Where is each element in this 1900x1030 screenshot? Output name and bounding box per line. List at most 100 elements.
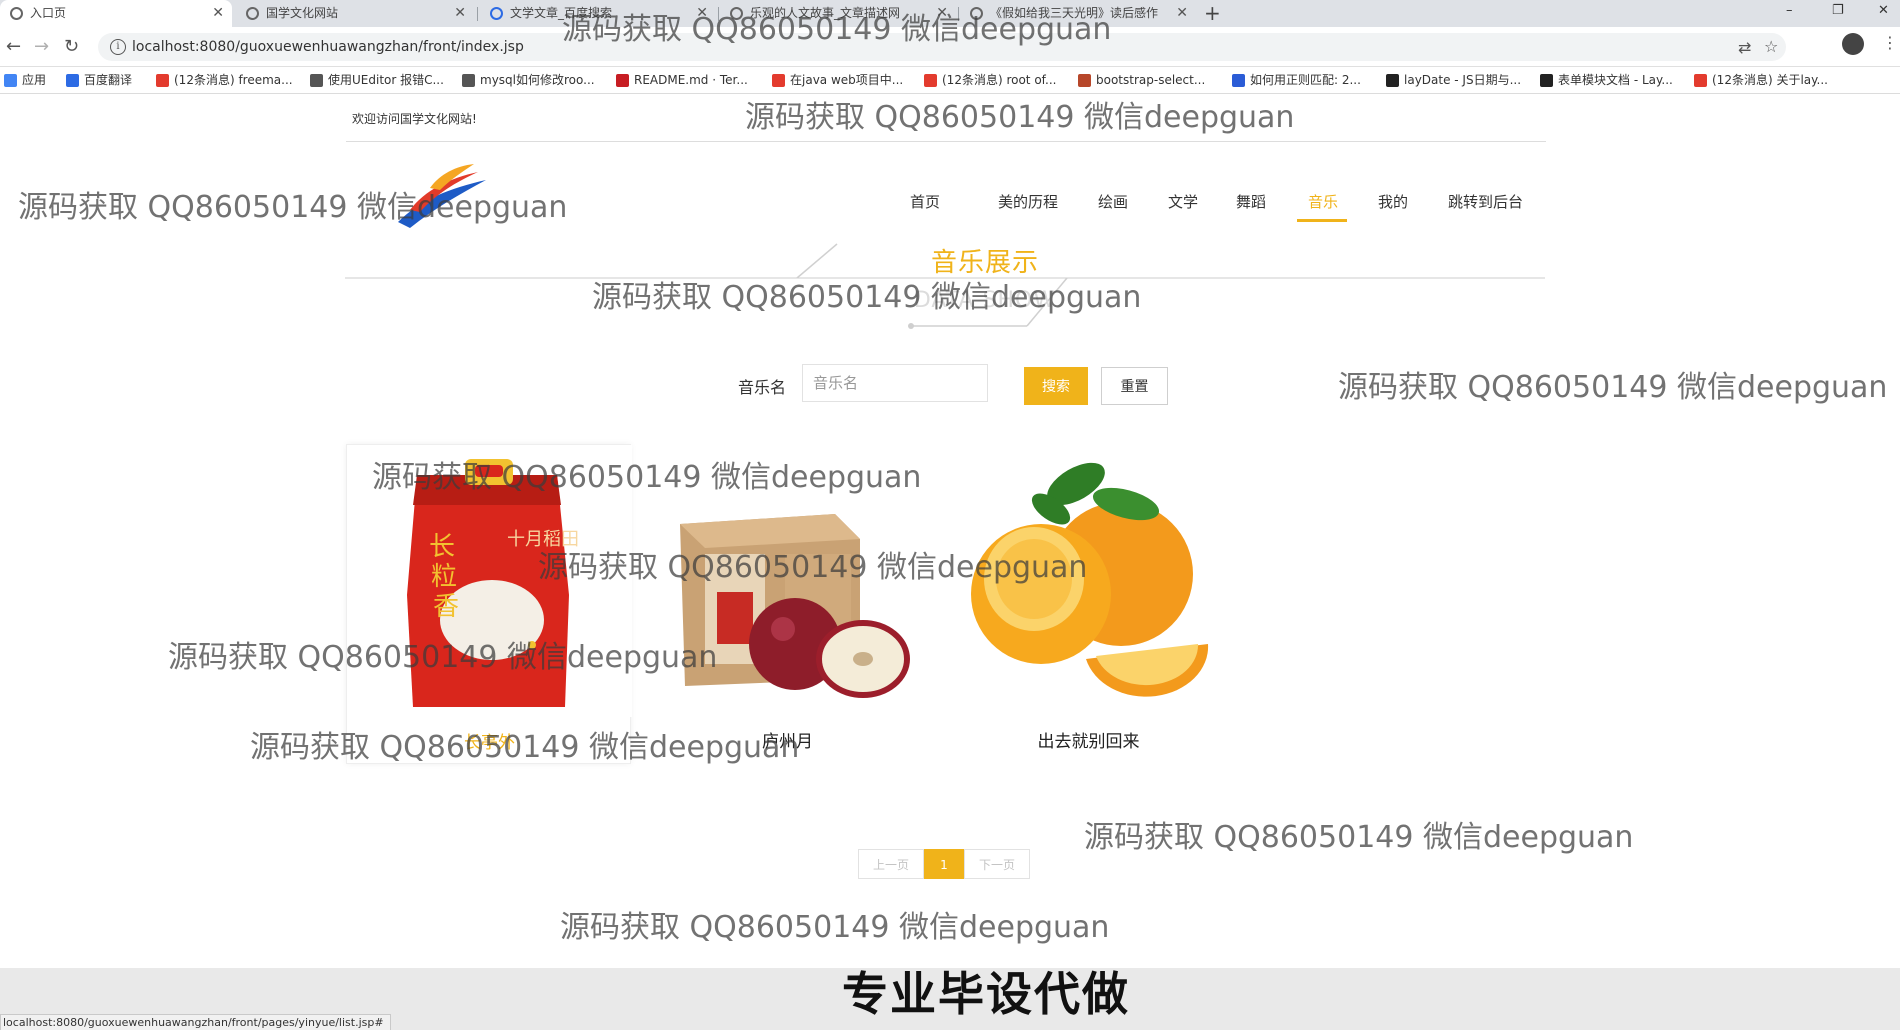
back-arrow-icon[interactable]: ← <box>6 37 21 57</box>
apple-gift-box-image[interactable] <box>645 444 930 716</box>
watermark: 源码获取 QQ86050149 微信deepguan <box>1084 820 1634 855</box>
globe-icon <box>10 7 23 20</box>
bookmark-item[interactable]: 在java web项目中... <box>772 67 903 94</box>
browser-tab-4[interactable]: 乐观的人文故事_文章描述网 ✕ <box>720 0 956 27</box>
close-tab-icon[interactable]: ✕ <box>696 0 708 27</box>
baidu-paw-icon <box>490 7 503 20</box>
watermark: 源码获取 QQ86050149 微信deepguan <box>745 100 1295 135</box>
bookmark-label: (12条消息) root of... <box>942 73 1057 87</box>
status-bar-url: localhost:8080/guoxuewenhuawangzhan/fron… <box>0 1014 391 1030</box>
bookmark-item[interactable]: (12条消息) root of... <box>924 67 1056 94</box>
nav-item-7[interactable]: 我的 <box>1378 190 1408 214</box>
tab-title: 入口页 <box>30 6 67 20</box>
bookmark-label: 百度翻译 <box>84 73 133 87</box>
bookmark-label: bootstrap-select... <box>1096 73 1206 87</box>
reload-icon[interactable]: ↻ <box>64 37 79 57</box>
watermark: 源码获取 QQ86050149 微信deepguan <box>560 910 1110 945</box>
music-title[interactable]: 出去就别回来 <box>946 727 1231 752</box>
svg-text:粒: 粒 <box>431 562 457 592</box>
bookmark-favicon-icon <box>66 74 79 87</box>
bookmark-favicon-icon <box>1232 74 1245 87</box>
bookmark-label: layDate - JS日期与... <box>1404 73 1522 87</box>
bookmark-label: (12条消息) freema... <box>174 73 293 87</box>
browser-tab-bar: 入口页 ✕ 国学文化网站 ✕ 文学文章_百度搜索 ✕ 乐观的人文故事_文章描述网… <box>0 0 1900 27</box>
close-tab-icon[interactable]: ✕ <box>1176 0 1188 27</box>
bookmark-item[interactable]: 应用 <box>4 67 46 94</box>
bookmark-item[interactable]: (12条消息) freema... <box>156 67 293 94</box>
bookmark-item[interactable]: bootstrap-select... <box>1078 67 1205 94</box>
rice-bag-image[interactable]: 长 粒 香 十月稻田 <box>347 445 632 717</box>
nav-item-6[interactable]: 音乐 <box>1308 190 1338 214</box>
bookmark-item[interactable]: layDate - JS日期与... <box>1386 67 1521 94</box>
bookmarks-bar: 应用 百度翻译 (12条消息) freema... 使用UEditor 报错C... m… <box>0 67 1900 94</box>
bookmark-item[interactable]: mysql如何修改roo... <box>462 67 595 94</box>
oranges-image[interactable] <box>946 444 1231 716</box>
music-title[interactable]: 长亭外 <box>347 728 632 753</box>
music-card[interactable]: 庐州月 <box>645 444 930 764</box>
nav-item-3[interactable]: 绘画 <box>1098 190 1128 214</box>
restore-button[interactable]: ❐ <box>1832 0 1844 22</box>
bookmark-label: mysql如何修改roo... <box>480 73 595 87</box>
next-page-button[interactable]: 下一页 <box>964 849 1030 879</box>
nav-item-8[interactable]: 跳转到后台 <box>1448 190 1523 214</box>
search-button[interactable]: 搜索 <box>1024 367 1088 405</box>
bookmark-item[interactable]: 百度翻译 <box>66 67 132 94</box>
info-icon[interactable]: i <box>110 39 126 55</box>
bookmark-item[interactable]: 表单模块文档 - Lay... <box>1540 67 1673 94</box>
watermark: 源码获取 QQ86050149 微信deepguan <box>1338 370 1888 405</box>
nav-item-4[interactable]: 文学 <box>1168 190 1198 214</box>
nav-item-2[interactable]: 美的历程 <box>998 190 1058 214</box>
globe-icon <box>730 7 743 20</box>
close-window-button[interactable]: ✕ <box>1878 0 1889 22</box>
prev-page-button[interactable]: 上一页 <box>858 849 924 879</box>
page-1-button[interactable]: 1 <box>924 849 964 879</box>
close-tab-icon[interactable]: ✕ <box>212 0 224 27</box>
music-card[interactable]: 长 粒 香 十月稻田 长亭外 <box>346 444 632 764</box>
nav-item-5[interactable]: 舞蹈 <box>1236 190 1266 214</box>
tab-title: 乐观的人文故事_文章描述网 <box>750 6 901 20</box>
nav-item-1[interactable]: 首页 <box>910 190 940 214</box>
bookmark-star-icon[interactable]: ☆ <box>1764 37 1778 56</box>
browser-toolbar: ← → ↻ i localhost:8080/guoxuewenhuawangz… <box>0 27 1900 67</box>
url-text[interactable]: localhost:8080/guoxuewenhuawangzhan/fron… <box>132 33 524 61</box>
music-title[interactable]: 庐州月 <box>645 727 930 752</box>
browser-tab-2[interactable]: 国学文化网站 ✕ <box>236 0 474 27</box>
bookmark-label: 在java web项目中... <box>790 73 904 87</box>
welcome-text: 欢迎访问国学文化网站! <box>352 112 477 126</box>
section-title: 音乐展示 <box>930 248 1039 278</box>
profile-avatar-icon[interactable] <box>1842 33 1864 55</box>
reset-button[interactable]: 重置 <box>1101 367 1168 405</box>
music-card[interactable]: 出去就别回来 <box>946 444 1231 764</box>
bookmark-favicon-icon <box>616 74 629 87</box>
browser-tab-1[interactable]: 入口页 ✕ <box>0 0 232 27</box>
promo-banner: 专业毕设代做 <box>842 967 1130 1021</box>
apps-grid-icon <box>4 74 17 87</box>
bookmark-favicon-icon <box>310 74 323 87</box>
menu-kebab-icon[interactable]: ⋮ <box>1882 33 1898 52</box>
bookmark-item[interactable]: (12条消息) 关于lay... <box>1694 67 1828 94</box>
bookmark-favicon-icon <box>772 74 785 87</box>
section-subtitle: DATA SHOW <box>913 288 1057 313</box>
browser-tab-3[interactable]: 文学文章_百度搜索 ✕ <box>480 0 716 27</box>
bookmark-favicon-icon <box>1386 74 1399 87</box>
music-name-input[interactable] <box>802 364 988 402</box>
site-logo[interactable] <box>390 160 490 232</box>
bookmark-item[interactable]: README.md · Ter... <box>616 67 748 94</box>
translate-icon[interactable]: ⇄ <box>1738 38 1751 57</box>
header-divider <box>346 141 1546 142</box>
forward-arrow-icon[interactable]: → <box>34 37 49 57</box>
bookmark-label: 表单模块文档 - Lay... <box>1558 73 1673 87</box>
bookmark-label: README.md · Ter... <box>634 73 748 87</box>
minimize-button[interactable]: – <box>1786 0 1793 22</box>
search-label: 音乐名 <box>738 378 787 397</box>
bookmark-item[interactable]: 使用UEditor 报错C... <box>310 67 444 94</box>
close-tab-icon[interactable]: ✕ <box>454 0 466 27</box>
site-icon <box>246 7 259 20</box>
close-tab-icon[interactable]: ✕ <box>936 0 948 27</box>
svg-text:香: 香 <box>433 592 459 622</box>
bookmark-item[interactable]: 如何用正则匹配: 2... <box>1232 67 1361 94</box>
browser-tab-5[interactable]: 《假如给我三天光明》读后感作 ✕ <box>960 0 1196 27</box>
tab-title: 《假如给我三天光明》读后感作 <box>990 6 1159 20</box>
new-tab-button[interactable]: + <box>1204 0 1221 27</box>
address-bar[interactable]: i localhost:8080/guoxuewenhuawangzhan/fr… <box>98 33 1786 61</box>
